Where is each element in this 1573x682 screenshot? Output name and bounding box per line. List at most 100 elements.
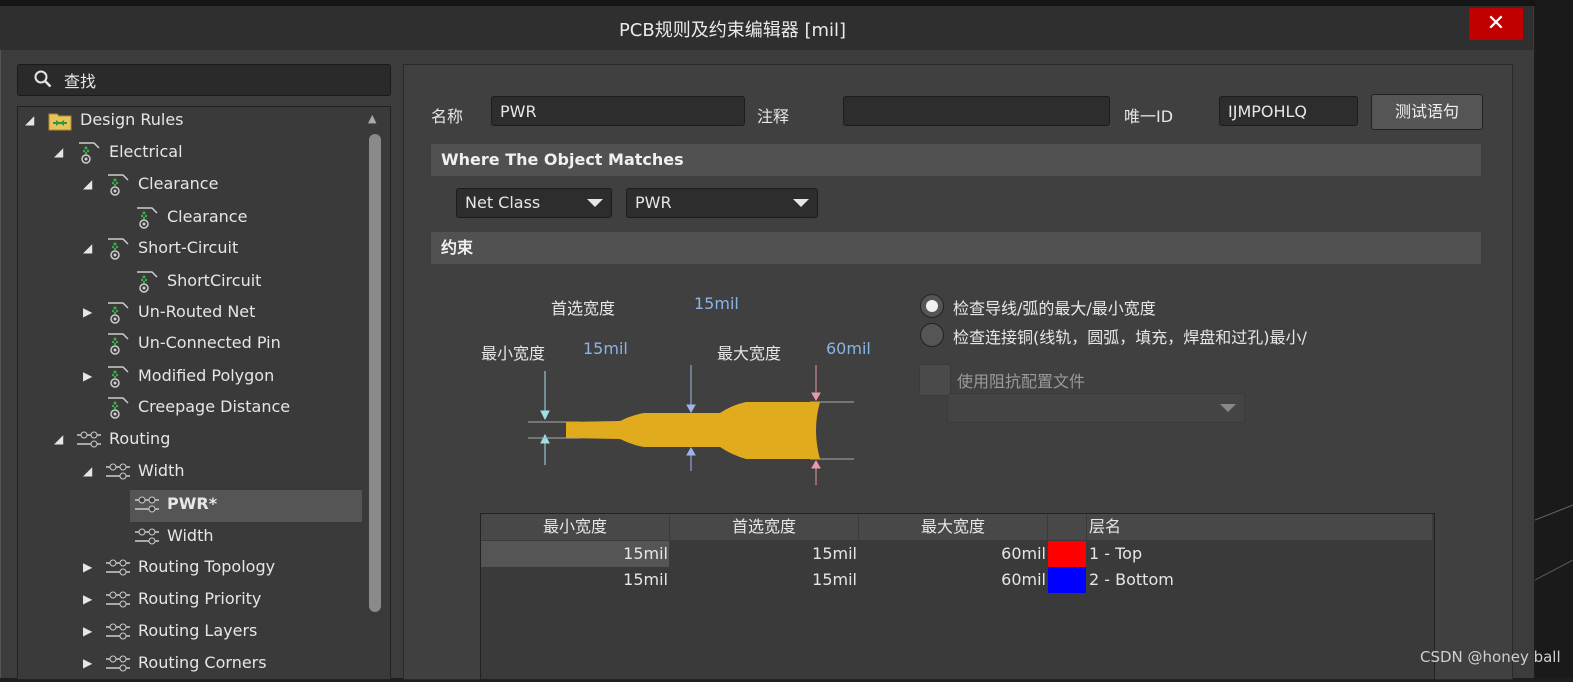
expand-arrow-icon[interactable]: ▶	[83, 592, 92, 606]
width-diagram	[528, 365, 854, 485]
electrical-rule-icon	[76, 139, 102, 165]
layer-color-swatch	[1048, 567, 1086, 593]
preferred-width-value[interactable]: 15mil	[694, 294, 739, 313]
tree-item-label: Un-Routed Net	[138, 302, 256, 321]
clearance-rule-icon	[105, 171, 131, 197]
header-color[interactable]	[1048, 514, 1086, 540]
max-width-label: 最大宽度	[717, 344, 782, 363]
name-field[interactable]: PWR	[491, 96, 745, 126]
collapse-arrow-icon[interactable]: ◢	[54, 145, 63, 159]
tree-item-label: ShortCircuit	[167, 271, 262, 290]
test-query-button[interactable]: 测试语句	[1371, 94, 1483, 130]
search-input[interactable]: 查找	[64, 68, 96, 92]
name-label: 名称	[431, 107, 464, 126]
impedance-profile-dropdown[interactable]	[947, 393, 1245, 423]
width-rule-icon	[105, 458, 131, 484]
tree-item-label: Routing Corners	[138, 653, 267, 672]
header-preferred-width[interactable]: 首选宽度	[670, 514, 858, 540]
expand-arrow-icon[interactable]: ▶	[83, 656, 92, 670]
collapse-arrow-icon[interactable]: ◢	[54, 432, 63, 446]
chevron-down-icon	[1220, 404, 1236, 412]
cell-max-width[interactable]: 60mil	[859, 567, 1046, 593]
max-width-value[interactable]: 60mil	[826, 339, 871, 358]
window-title: PCB规则及约束编辑器 [mil]	[618, 20, 847, 41]
collapse-arrow-icon[interactable]: ◢	[25, 113, 34, 127]
chevron-down-icon	[587, 199, 603, 207]
tree-item-label: PWR*	[167, 494, 218, 513]
clearance-rule-icon	[134, 204, 160, 230]
collapse-arrow-icon[interactable]: ◢	[83, 241, 92, 255]
chevron-down-icon	[793, 199, 809, 207]
tree-scrollbar[interactable]	[369, 134, 381, 612]
header-layer-name[interactable]: 层名	[1087, 514, 1432, 540]
cell-layer-name[interactable]: 1 - Top	[1089, 541, 1142, 567]
close-button[interactable]: ✕	[1469, 8, 1523, 40]
tree-item-label: Routing	[109, 429, 171, 448]
routing-topology-icon	[105, 554, 131, 580]
comment-label: 注释	[757, 107, 790, 126]
check-trace-width-radio[interactable]	[920, 294, 944, 318]
unconnected-pin-rule-icon	[105, 330, 131, 356]
tree-item-label: Modified Polygon	[138, 366, 275, 385]
collapse-arrow-icon[interactable]: ◢	[83, 464, 92, 478]
routing-rule-icon	[76, 426, 102, 452]
preferred-width-label: 首选宽度	[551, 299, 616, 318]
design-rules-folder-icon	[47, 107, 73, 133]
header-max-width[interactable]: 最大宽度	[859, 514, 1047, 540]
unrouted-net-rule-icon	[105, 299, 131, 325]
expand-arrow-icon[interactable]: ▶	[83, 305, 92, 319]
expand-arrow-icon[interactable]: ▶	[83, 624, 92, 638]
background-strip	[1534, 0, 1573, 678]
match-type-value: Net Class	[465, 193, 541, 212]
routing-priority-icon	[105, 586, 131, 612]
constraints-header: 约束	[431, 232, 1481, 264]
search-icon	[34, 70, 52, 88]
unique-id-label: 唯一ID	[1124, 107, 1174, 126]
unique-id-field[interactable]: IJMPOHLQ	[1219, 96, 1358, 126]
cell-min-width[interactable]: 15mil	[481, 541, 668, 567]
tree-item-label: Routing Priority	[138, 589, 262, 608]
tree-item-label: Un-Connected Pin	[138, 333, 281, 352]
tree-item-label: Width	[167, 526, 214, 545]
layer-color-swatch	[1048, 541, 1086, 567]
creepage-rule-icon	[105, 394, 131, 420]
background-lines	[1534, 504, 1573, 581]
header-min-width[interactable]: 最小宽度	[481, 514, 669, 540]
tree-item-label: Design Rules	[80, 110, 184, 129]
cell-preferred-width[interactable]: 15mil	[670, 541, 857, 567]
routing-corners-icon	[105, 650, 131, 676]
check-trace-width-label: 检查导线/弧的最大/最小宽度	[953, 299, 1156, 318]
tree-item-label: Routing Topology	[138, 557, 276, 576]
check-copper-width-radio[interactable]	[920, 323, 944, 347]
cell-min-width[interactable]: 15mil	[481, 567, 668, 593]
cell-max-width[interactable]: 60mil	[859, 541, 1046, 567]
impedance-profile-checkbox[interactable]	[919, 364, 951, 396]
short-circuit-rule-icon	[105, 235, 131, 261]
cell-preferred-width[interactable]: 15mil	[670, 567, 857, 593]
routing-layers-icon	[105, 618, 131, 644]
modified-polygon-rule-icon	[105, 363, 131, 389]
min-width-label: 最小宽度	[481, 344, 546, 363]
selected-row-highlight	[130, 490, 362, 522]
tree-item-label: Clearance	[138, 174, 219, 193]
expand-arrow-icon[interactable]: ▶	[83, 560, 92, 574]
width-rule-icon	[134, 523, 160, 549]
impedance-profile-label: 使用阻抗配置文件	[957, 372, 1086, 391]
cell-layer-name[interactable]: 2 - Bottom	[1089, 567, 1174, 593]
watermark: CSDN @honey ball	[1420, 648, 1561, 666]
tree-item-label: Clearance	[167, 207, 248, 226]
tree-item-label: Width	[138, 461, 185, 480]
collapse-arrow-icon[interactable]: ◢	[83, 177, 92, 191]
tree-item-label: Creepage Distance	[138, 397, 291, 416]
match-type-dropdown[interactable]: Net Class	[456, 188, 612, 218]
short-circuit-rule-icon	[134, 268, 160, 294]
expand-arrow-icon[interactable]: ▶	[83, 369, 92, 383]
tree-item-label: Electrical	[109, 142, 183, 161]
min-width-arrows	[540, 371, 550, 465]
scroll-up-arrow[interactable]: ▲	[368, 112, 376, 125]
check-copper-width-label: 检查连接铜(线轨，圆弧，填充，焊盘和过孔)最小/	[953, 328, 1307, 347]
min-width-value[interactable]: 15mil	[583, 339, 628, 358]
tree-item-label: Short-Circuit	[138, 238, 239, 257]
match-value-dropdown[interactable]: PWR	[626, 188, 818, 218]
comment-field[interactable]	[843, 96, 1110, 126]
